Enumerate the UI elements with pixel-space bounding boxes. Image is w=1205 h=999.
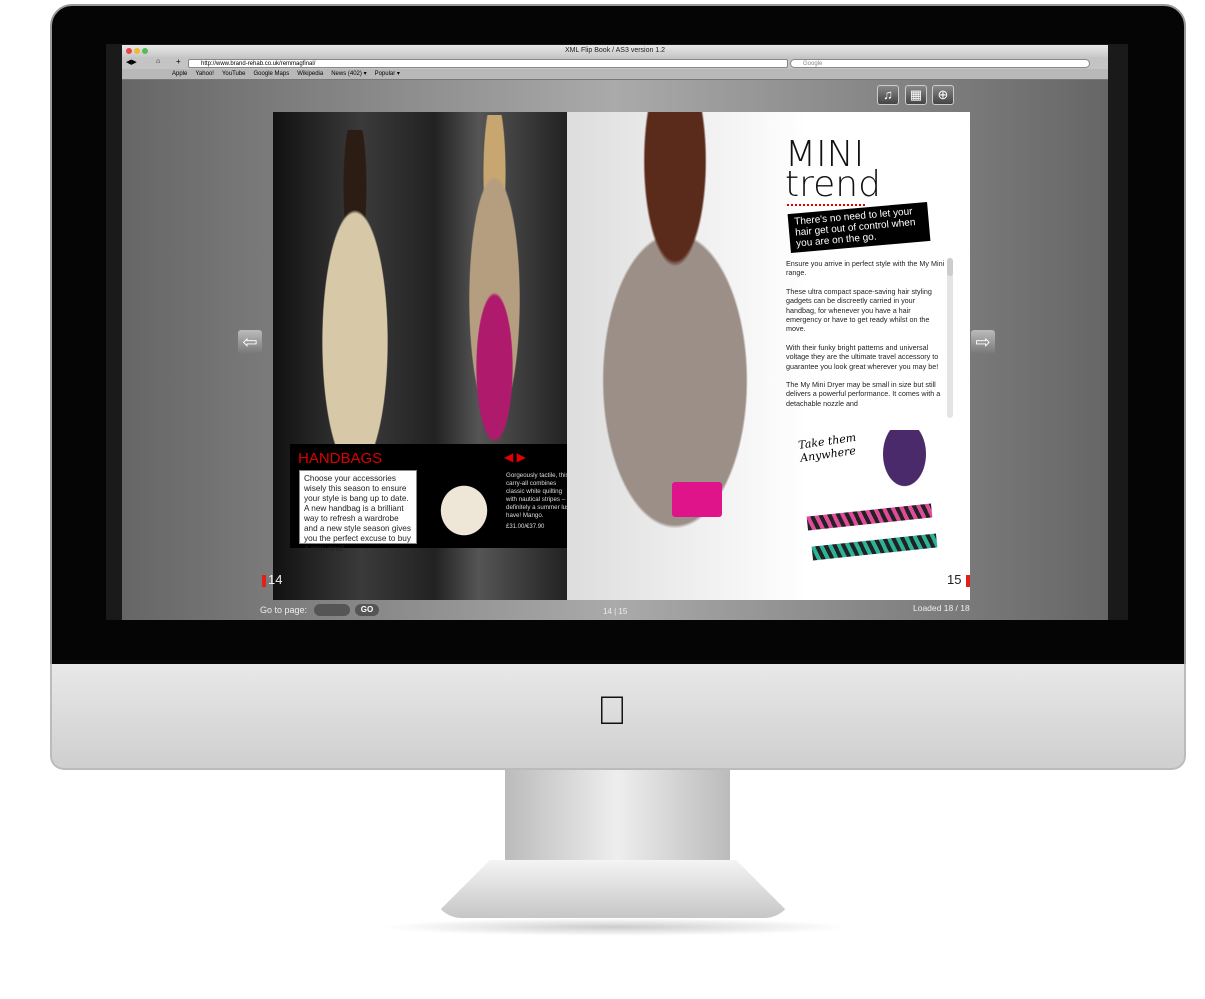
scroll-thumb[interactable] <box>947 258 953 276</box>
url-field[interactable]: http://www.brand-rehab.co.uk/remmagfinal… <box>188 59 788 68</box>
page-number-left: 14 <box>268 572 283 587</box>
window-title: XML Flip Book / AS3 version 1.2 <box>564 47 666 54</box>
title-bar: XML Flip Book / AS3 version 1.2 <box>122 45 1108 57</box>
bookmark-google-maps[interactable]: Google Maps <box>254 71 290 77</box>
paragraph: With their funky bright patterns and uni… <box>786 342 939 371</box>
handbag-description: Gorgeously tactile, this carry-all combi… <box>506 472 574 519</box>
paragraph: The My Mini Dryer may be small in size b… <box>786 380 941 408</box>
bookmark-yahoo[interactable]: Yahoo! <box>195 71 214 77</box>
stand-shadow <box>380 918 850 936</box>
bookmarks-bar: Apple Yahoo! YouTube Google Maps Wikipedia Ne… <box>122 69 1108 80</box>
handwriting-text: Take them Anywhere <box>797 430 857 465</box>
handbag-price: £31.00/€37.90 <box>506 524 545 530</box>
prev-page-arrow-icon[interactable]: ⇦ <box>238 330 262 354</box>
pink-handbag-image <box>672 482 722 517</box>
search-field[interactable]: Google <box>790 59 1090 68</box>
go-button[interactable]: GO <box>355 604 379 616</box>
model-photo <box>567 112 807 600</box>
handbags-box: HANDBAGS Choose your accessories wisely … <box>290 444 577 553</box>
paragraph: These ultra compact space-saving hair st… <box>786 286 932 334</box>
close-button[interactable] <box>126 48 132 54</box>
bookmark-youtube[interactable]: YouTube <box>222 71 246 77</box>
page-marker <box>966 575 970 587</box>
current-pages: 14 | 15 <box>603 607 628 616</box>
paragraph: Ensure you arrive in perfect style with … <box>786 259 945 278</box>
article-scrollbar[interactable] <box>947 258 953 418</box>
zoom-button[interactable] <box>142 48 148 54</box>
next-page-arrow-icon[interactable]: ⇨ <box>971 330 995 354</box>
page-marker <box>262 575 266 587</box>
browser-toolbar: ◀▶ ⌂ + http://www.brand-rehab.co.uk/remm… <box>122 57 1108 69</box>
title-line-2: trend <box>785 164 881 205</box>
handbag-image <box>428 472 500 542</box>
goto-label: Go to page: <box>260 605 308 615</box>
tagline: There's no need to let your hair get out… <box>787 201 931 254</box>
add-bookmark-icon[interactable]: + <box>176 57 181 66</box>
monitor-foot <box>432 860 794 918</box>
page-number-right: 15 <box>947 572 962 587</box>
article-body: Ensure you arrive in perfect style with … <box>786 259 946 417</box>
monitor-stand <box>505 770 730 865</box>
goto-page-input[interactable] <box>314 604 350 616</box>
article-title: MINI trend <box>785 137 881 205</box>
handbags-text: Choose your accessories wisely this seas… <box>299 470 417 553</box>
hair-dryer-image <box>867 430 942 510</box>
bookmark-apple[interactable]: Apple <box>172 71 187 77</box>
dotted-divider <box>787 204 865 206</box>
straightener-teal-image <box>811 533 938 561</box>
bookmark-wikipedia[interactable]: Wikipedia <box>297 71 323 77</box>
handbags-title: HANDBAGS <box>298 450 383 467</box>
handbag-carousel-arrows-icon[interactable]: ◀ ▶ <box>504 450 526 464</box>
back-forward-icon[interactable]: ◀▶ <box>126 58 137 66</box>
minimize-button[interactable] <box>134 48 140 54</box>
apple-logo-icon:  <box>592 688 632 734</box>
loaded-status: Loaded 18 / 18 <box>913 603 970 613</box>
music-icon[interactable]: ♫ <box>877 85 899 105</box>
right-page[interactable]: MINI trend There's no need to let your ha… <box>567 112 970 600</box>
zoom-icon[interactable]: ⊕ <box>932 85 954 105</box>
bookmark-popular[interactable]: Popular ▾ <box>375 71 400 77</box>
home-icon[interactable]: ⌂ <box>156 58 160 65</box>
bookmark-news[interactable]: News (402) ▾ <box>331 71 366 77</box>
film-icon[interactable]: ▦ <box>905 85 927 105</box>
